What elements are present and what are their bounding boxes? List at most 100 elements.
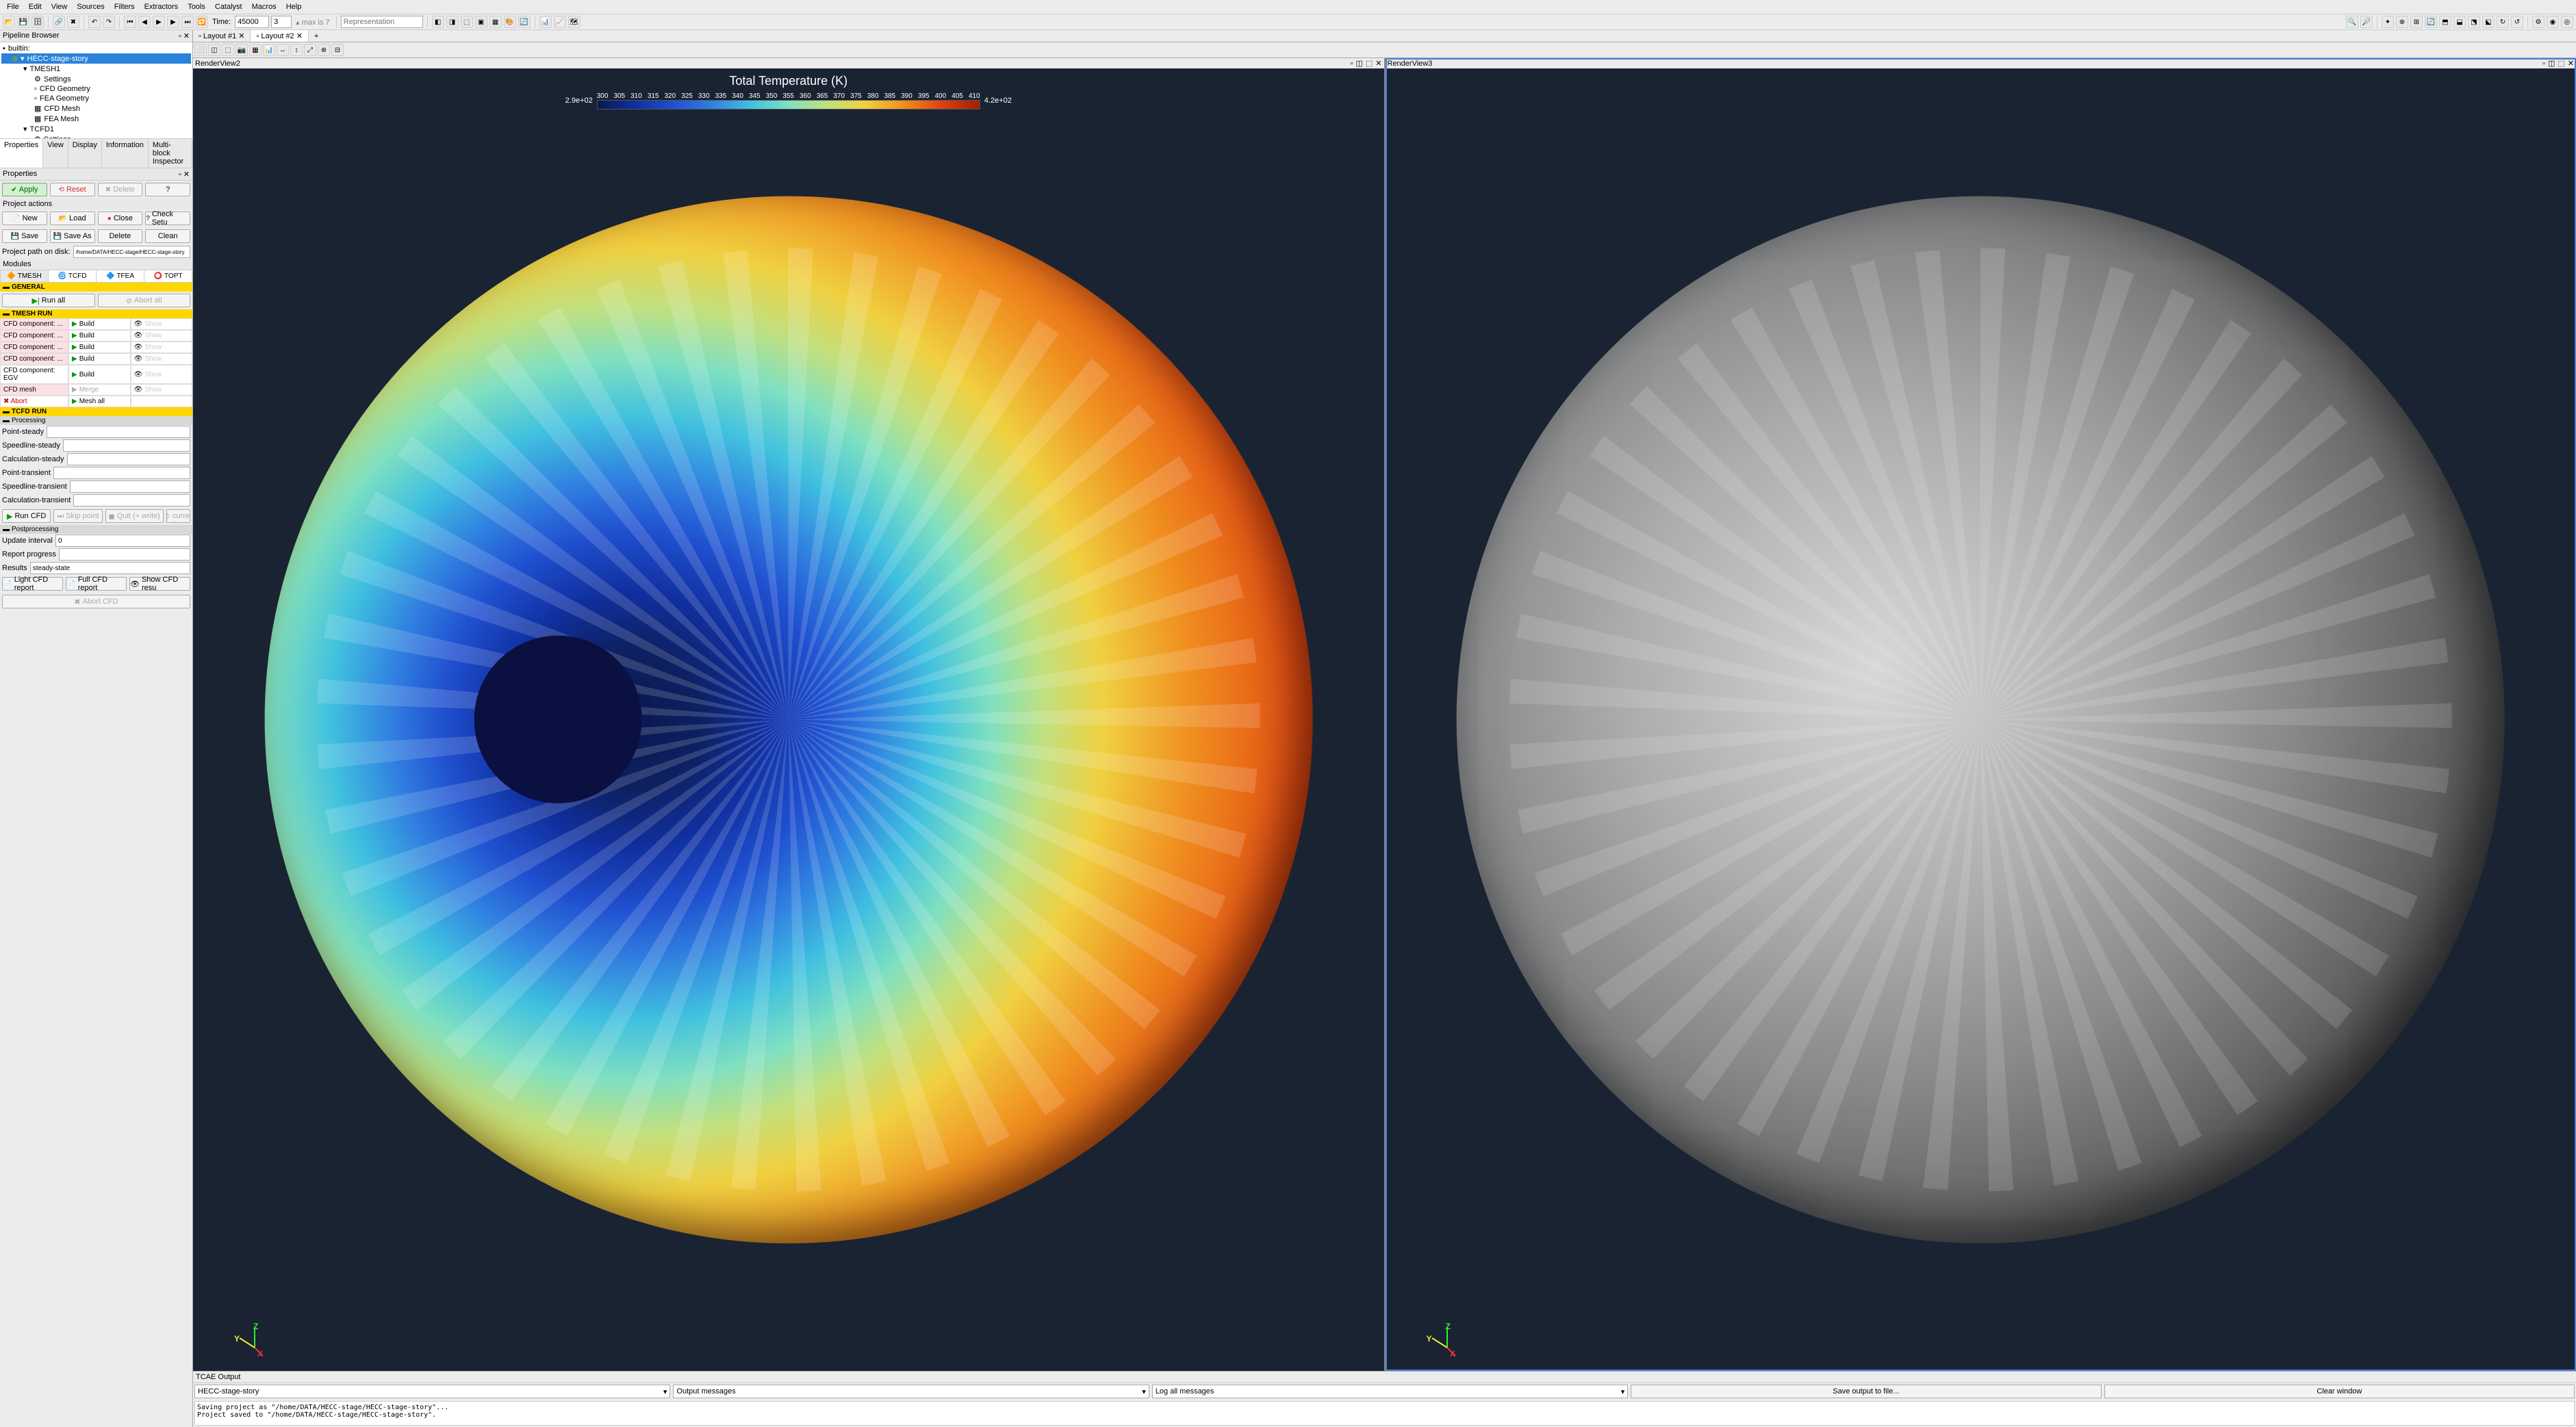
help-button[interactable]: ? [145, 183, 190, 196]
abort-all-button[interactable]: ⊘ Abort all [98, 294, 191, 307]
saveas-button[interactable]: 💾Save As [50, 229, 95, 243]
view-time-button[interactable]: 👁 View current time s [166, 509, 190, 523]
toolbar-icon[interactable]: ⬚ [461, 16, 473, 28]
panel-controls[interactable]: ▫ ✕ [179, 170, 190, 179]
show-button[interactable]: 👁 Show [131, 330, 193, 342]
pipeline-browser[interactable]: ▪ builtin: ▾ HECC-stage-story ▾ TMESH1 ⚙… [0, 42, 192, 138]
proc-input[interactable] [67, 453, 191, 465]
output-filter-select[interactable]: Output messages▾ [673, 1385, 1149, 1398]
build-button[interactable]: ▶ Build [68, 342, 131, 353]
layout-tab-2[interactable]: ▫ Layout #2 ✕ [251, 30, 308, 42]
apply-button[interactable]: ✔Apply [2, 183, 47, 196]
proc-input[interactable] [70, 480, 190, 493]
visibility-icon[interactable] [12, 56, 18, 62]
run-cfd-button[interactable]: ▶ Run CFD [2, 509, 51, 523]
frame-input[interactable] [271, 16, 292, 28]
tab-multiblock[interactable]: Multi-block Inspector [149, 139, 192, 168]
view-control-icon[interactable]: ✕ [1375, 59, 1381, 68]
tree-tcfd[interactable]: ▾ TCFD1 [1, 124, 191, 134]
toolbar-icon[interactable]: ▣ [475, 16, 487, 28]
axis-icon[interactable]: ⬒ [2439, 16, 2451, 28]
full-report-button[interactable]: 📄 Full CFD report [66, 577, 127, 591]
menu-tools[interactable]: Tools [183, 1, 209, 12]
tree-project[interactable]: ▾ HECC-stage-story [1, 53, 191, 64]
loop-icon[interactable]: 🔁 [196, 16, 208, 28]
view-control-icon[interactable]: ⬚ [1366, 59, 1373, 68]
render-view-right[interactable]: RenderView3 ▫ ◫ ⬚ ✕ Z Y X [1386, 58, 2576, 1371]
view-icon[interactable]: 📊 [263, 44, 275, 56]
load-button[interactable]: 📂Load [50, 211, 95, 225]
disconnect-icon[interactable]: ✖ [67, 16, 79, 28]
proc-input[interactable] [47, 426, 190, 438]
toolbar-icon[interactable]: 📊 [539, 16, 552, 28]
quit-button[interactable]: ◼ Quit (+ write) [105, 509, 164, 523]
play-icon[interactable]: ▶ [153, 16, 165, 28]
tree-item[interactable]: ▦ CFD Mesh [1, 103, 191, 114]
first-frame-icon[interactable]: ⏮ [124, 16, 136, 28]
skip-button[interactable]: ⏭ Skip point [53, 509, 102, 523]
view-control-icon[interactable]: ✕ [2568, 59, 2574, 68]
show-result-button[interactable]: 👁 Show CFD resu [129, 577, 190, 591]
run-all-button[interactable]: ▶| Run all [2, 294, 95, 307]
abort-button[interactable]: ✖ Abort [0, 396, 68, 407]
axis-icon[interactable]: ⬓ [2453, 16, 2466, 28]
general-header[interactable]: ▬ GENERAL [0, 283, 192, 292]
merge-button[interactable]: ▶ Merge [68, 384, 131, 396]
view-control-icon[interactable]: ◫ [1355, 59, 1362, 68]
tree-item[interactable]: ⚙ Settings [1, 74, 191, 84]
axis-icon[interactable]: ⊕ [2396, 16, 2408, 28]
undo-icon[interactable]: ↶ [88, 16, 101, 28]
proc-input[interactable] [63, 439, 190, 452]
view-icon[interactable]: ↔ [277, 44, 289, 56]
view-icon[interactable]: ⤢ [304, 44, 316, 56]
delete-button[interactable]: ✖Delete [98, 183, 143, 196]
show-button[interactable]: 👁 Show [131, 318, 193, 330]
output-log[interactable]: Saving project as "/home/DATA/HECC-stage… [194, 1401, 2575, 1426]
axis-icon[interactable]: ⬔ [2468, 16, 2480, 28]
axis-icon[interactable]: 🔄 [2425, 16, 2437, 28]
build-button[interactable]: ▶ Build [68, 318, 131, 330]
mesh-all-button[interactable]: ▶ Mesh all [68, 396, 131, 407]
module-tfea[interactable]: 🔷 TFEA [97, 270, 144, 282]
tree-tmesh[interactable]: ▾ TMESH1 [1, 64, 191, 74]
render-view-left[interactable]: RenderView2 ▫ ◫ ⬚ ✕ Total Temperature (K… [193, 58, 1384, 1371]
prev-frame-icon[interactable]: ◀ [138, 16, 151, 28]
module-tcfd[interactable]: 🌀 TCFD [49, 270, 97, 282]
build-button[interactable]: ▶ Build [68, 330, 131, 342]
zoom-icon[interactable]: 🔍 [2346, 16, 2358, 28]
menu-filters[interactable]: Filters [110, 1, 139, 12]
show-button[interactable]: 👁 Show [131, 342, 193, 353]
next-frame-icon[interactable]: ▶ [167, 16, 179, 28]
toolbar-icon[interactable]: 📈 [554, 16, 566, 28]
overlay-icon[interactable]: ◉ [2547, 16, 2559, 28]
tree-item[interactable]: ▫ CFD Geometry [1, 84, 191, 94]
results-input[interactable] [30, 562, 190, 574]
toolbar-icon[interactable]: ◨ [446, 16, 459, 28]
view-control-icon[interactable]: ▫ [1351, 60, 1353, 68]
clean-button[interactable]: Clean [145, 229, 190, 243]
view-icon[interactable]: ↕ [290, 44, 303, 56]
menu-sources[interactable]: Sources [73, 1, 108, 12]
axis-icon[interactable]: ⊞ [2410, 16, 2423, 28]
delete-proj-button[interactable]: Delete [98, 229, 143, 243]
toolbar-icon[interactable]: 🎨 [504, 16, 516, 28]
build-button[interactable]: ▶ Build [68, 365, 131, 384]
tab-information[interactable]: Information [102, 139, 149, 168]
toolbar-icon[interactable]: 🗺 [568, 16, 581, 28]
clear-output-button[interactable]: Clear window [2104, 1385, 2575, 1398]
toolbar-icon[interactable]: ▦ [489, 16, 502, 28]
processing-header[interactable]: ▬ Processing [0, 416, 192, 425]
view-icon[interactable]: ▦ [249, 44, 262, 56]
view-icon[interactable]: 📷 [235, 44, 248, 56]
view-icon[interactable]: ⬚ [222, 44, 234, 56]
viewport[interactable]: Total Temperature (K) 2.9e+02 3003053103… [193, 68, 1384, 1371]
overlay-icon[interactable]: ◎ [2561, 16, 2573, 28]
menu-catalyst[interactable]: Catalyst [211, 1, 246, 12]
reset-button[interactable]: ⟲Reset [50, 183, 95, 196]
axis-icon[interactable]: ✦ [2382, 16, 2394, 28]
settings-icon[interactable]: ⚙ [2532, 16, 2545, 28]
proc-input[interactable] [53, 467, 190, 479]
show-button[interactable]: 👁 Show [131, 353, 193, 365]
zoom-icon[interactable]: 🔎 [2360, 16, 2373, 28]
proc-input[interactable] [73, 494, 190, 506]
